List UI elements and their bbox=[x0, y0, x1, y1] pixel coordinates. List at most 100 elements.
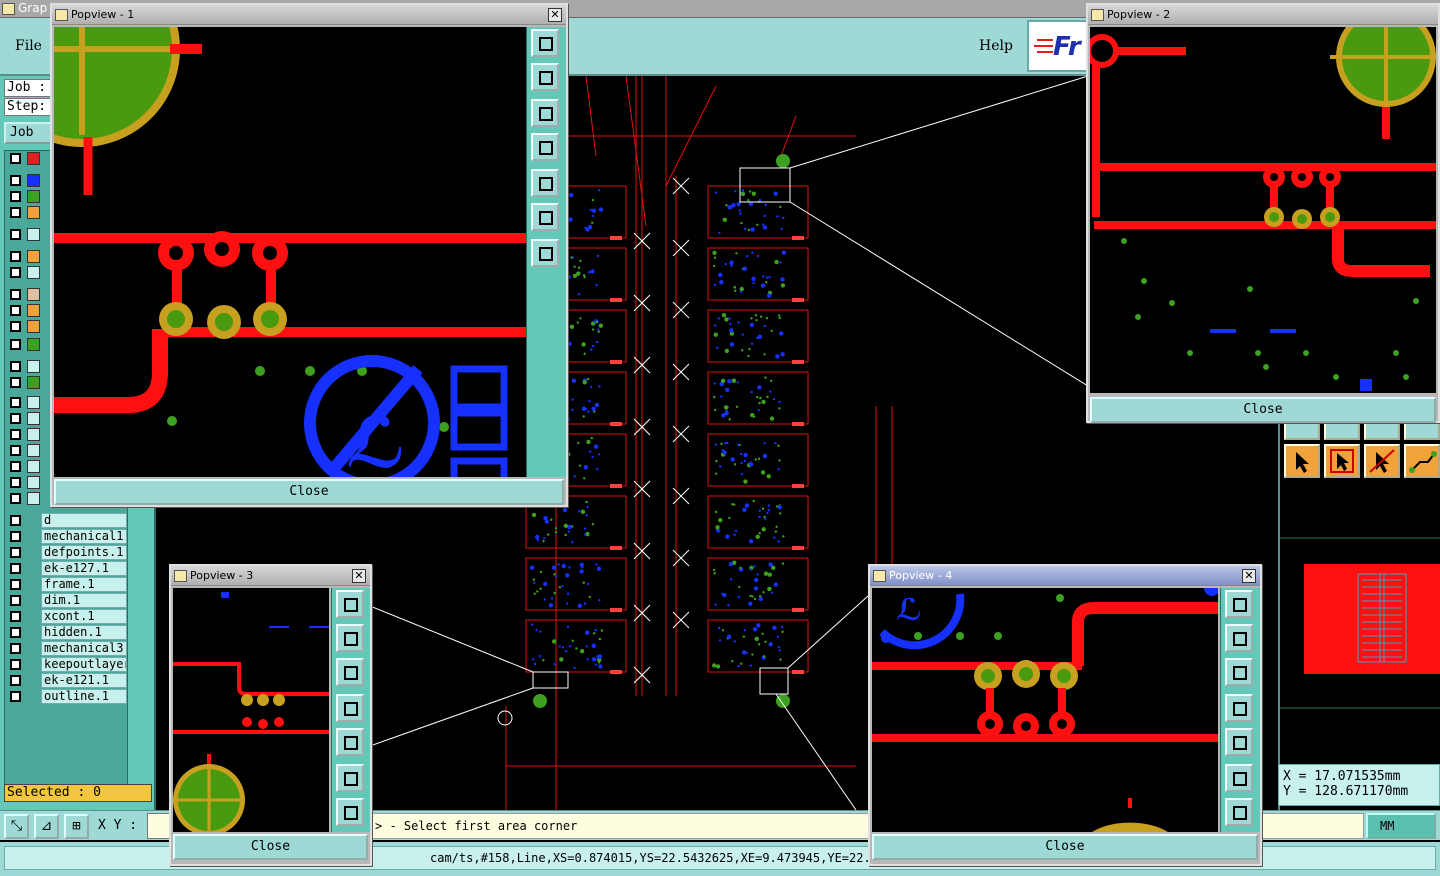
layer-checkbox[interactable] bbox=[10, 397, 21, 408]
pan-up-icon[interactable] bbox=[336, 624, 364, 652]
popview-3-close-button[interactable]: Close bbox=[173, 834, 368, 860]
layer-checkbox[interactable] bbox=[10, 493, 21, 504]
layer-checkbox[interactable] bbox=[10, 627, 21, 638]
popview-2-window[interactable]: Popview - 2 Close bbox=[1086, 3, 1440, 423]
route-icon[interactable] bbox=[1404, 444, 1440, 478]
select-box-icon[interactable] bbox=[1324, 444, 1360, 478]
command-extra-field[interactable] bbox=[1258, 813, 1364, 839]
layer-checkbox[interactable] bbox=[10, 305, 21, 316]
layer-row[interactable]: mechanical3 bbox=[7, 641, 127, 656]
units-select[interactable]: MM bbox=[1366, 813, 1436, 839]
select-edit-icon[interactable] bbox=[1364, 444, 1400, 478]
popview-4-canvas[interactable]: ℒ bbox=[872, 588, 1218, 832]
layer-checkbox[interactable] bbox=[10, 267, 21, 278]
pan-right-icon[interactable] bbox=[336, 728, 364, 756]
pan-down-icon[interactable] bbox=[531, 99, 559, 127]
layer-row[interactable]: hidden.1 bbox=[7, 625, 127, 640]
popview-1-window[interactable]: Popview - 1 ✕ ℒ Close bbox=[50, 3, 568, 507]
zoom-fit-icon[interactable] bbox=[531, 203, 559, 231]
layer-checkbox[interactable] bbox=[10, 153, 21, 164]
popview-1-close-button[interactable]: Close bbox=[54, 479, 564, 505]
measure-icon[interactable]: ⊿ bbox=[34, 814, 59, 839]
layer-row[interactable]: ek-e121.1 bbox=[7, 673, 127, 688]
layer-checkbox[interactable] bbox=[10, 611, 21, 622]
layer-checkbox[interactable] bbox=[10, 413, 21, 424]
pan-down-icon[interactable] bbox=[1225, 658, 1253, 686]
tool-button[interactable] bbox=[1324, 422, 1360, 440]
board-overview[interactable] bbox=[1280, 484, 1440, 774]
popview-2-canvas[interactable] bbox=[1090, 27, 1436, 393]
pan-down-icon[interactable] bbox=[336, 658, 364, 686]
layer-checkbox[interactable] bbox=[10, 477, 21, 488]
layer-checkbox[interactable] bbox=[10, 547, 21, 558]
pan-left-icon[interactable] bbox=[531, 133, 559, 161]
layer-checkbox[interactable] bbox=[10, 659, 21, 670]
menu-help[interactable]: Help bbox=[979, 38, 1013, 54]
layer-row[interactable]: dim.1 bbox=[7, 593, 127, 608]
zoom-out-icon[interactable] bbox=[1225, 798, 1253, 826]
zoom-in-icon[interactable] bbox=[336, 590, 364, 618]
layer-checkbox[interactable] bbox=[10, 191, 21, 202]
layer-checkbox[interactable] bbox=[10, 207, 21, 218]
popview-4-window[interactable]: Popview - 4 ✕ ℒ Close bbox=[868, 564, 1262, 866]
layer-checkbox[interactable] bbox=[10, 251, 21, 262]
zoom-out-icon[interactable] bbox=[336, 798, 364, 826]
pan-up-icon[interactable] bbox=[1225, 624, 1253, 652]
layer-checkbox[interactable] bbox=[10, 339, 21, 350]
layer-checkbox[interactable] bbox=[10, 563, 21, 574]
layer-row[interactable]: defpoints.1 bbox=[7, 545, 127, 560]
layer-row[interactable]: xcont.1 bbox=[7, 609, 127, 624]
close-icon[interactable]: ✕ bbox=[1242, 569, 1256, 583]
layer-checkbox[interactable] bbox=[10, 445, 21, 456]
tool-button[interactable] bbox=[1404, 422, 1440, 440]
layer-checkbox[interactable] bbox=[10, 515, 21, 526]
layer-row[interactable]: keepoutlayer bbox=[7, 657, 127, 672]
layer-checkbox[interactable] bbox=[10, 377, 21, 388]
zoom-in-icon[interactable] bbox=[531, 29, 559, 57]
popview-3-canvas[interactable] bbox=[173, 588, 329, 832]
popview-3-titlebar[interactable]: Popview - 3 ✕ bbox=[171, 566, 370, 586]
popview-2-titlebar[interactable]: Popview - 2 bbox=[1088, 5, 1438, 25]
pan-right-icon[interactable] bbox=[531, 169, 559, 197]
pan-left-icon[interactable] bbox=[336, 694, 364, 722]
popview-1-canvas[interactable]: ℒ bbox=[54, 27, 526, 477]
layer-row[interactable]: frame.1 bbox=[7, 577, 127, 592]
layer-checkbox[interactable] bbox=[10, 461, 21, 472]
xy-input[interactable] bbox=[147, 813, 171, 839]
tool-button[interactable] bbox=[1364, 422, 1400, 440]
layer-checkbox[interactable] bbox=[10, 675, 21, 686]
grid-icon[interactable]: ⊞ bbox=[64, 814, 89, 839]
layer-checkbox[interactable] bbox=[10, 361, 21, 372]
layer-checkbox[interactable] bbox=[10, 289, 21, 300]
layer-row[interactable]: ek-e127.1 bbox=[7, 561, 127, 576]
layer-row[interactable]: mechanical1 bbox=[7, 529, 127, 544]
layer-checkbox[interactable] bbox=[10, 691, 21, 702]
layer-checkbox[interactable] bbox=[10, 321, 21, 332]
popview-1-titlebar[interactable]: Popview - 1 ✕ bbox=[52, 5, 566, 25]
layer-checkbox[interactable] bbox=[10, 229, 21, 240]
zoom-in-icon[interactable] bbox=[1225, 590, 1253, 618]
layer-row[interactable]: outline.1 bbox=[7, 689, 127, 704]
tool-button[interactable] bbox=[1284, 422, 1320, 440]
layer-checkbox[interactable] bbox=[10, 531, 21, 542]
zoom-out-icon[interactable] bbox=[531, 239, 559, 267]
layer-checkbox[interactable] bbox=[10, 429, 21, 440]
menu-file[interactable]: File bbox=[15, 38, 42, 54]
popview-2-close-button[interactable]: Close bbox=[1090, 397, 1436, 423]
zoom-window-icon[interactable]: ⤡ bbox=[4, 814, 29, 839]
layer-checkbox[interactable] bbox=[10, 175, 21, 186]
layer-row[interactable]: d bbox=[7, 513, 127, 528]
select-arrow-icon[interactable] bbox=[1284, 444, 1320, 478]
popview-3-window[interactable]: Popview - 3 ✕ Close bbox=[169, 564, 372, 866]
pan-right-icon[interactable] bbox=[1225, 728, 1253, 756]
popview-4-close-button[interactable]: Close bbox=[872, 834, 1258, 860]
popview-4-titlebar[interactable]: Popview - 4 ✕ bbox=[870, 566, 1260, 586]
zoom-fit-icon[interactable] bbox=[1225, 764, 1253, 792]
close-icon[interactable]: ✕ bbox=[548, 8, 562, 22]
pan-left-icon[interactable] bbox=[1225, 694, 1253, 722]
close-icon[interactable]: ✕ bbox=[352, 569, 366, 583]
zoom-fit-icon[interactable] bbox=[336, 764, 364, 792]
layer-checkbox[interactable] bbox=[10, 643, 21, 654]
layer-checkbox[interactable] bbox=[10, 579, 21, 590]
layer-checkbox[interactable] bbox=[10, 595, 21, 606]
